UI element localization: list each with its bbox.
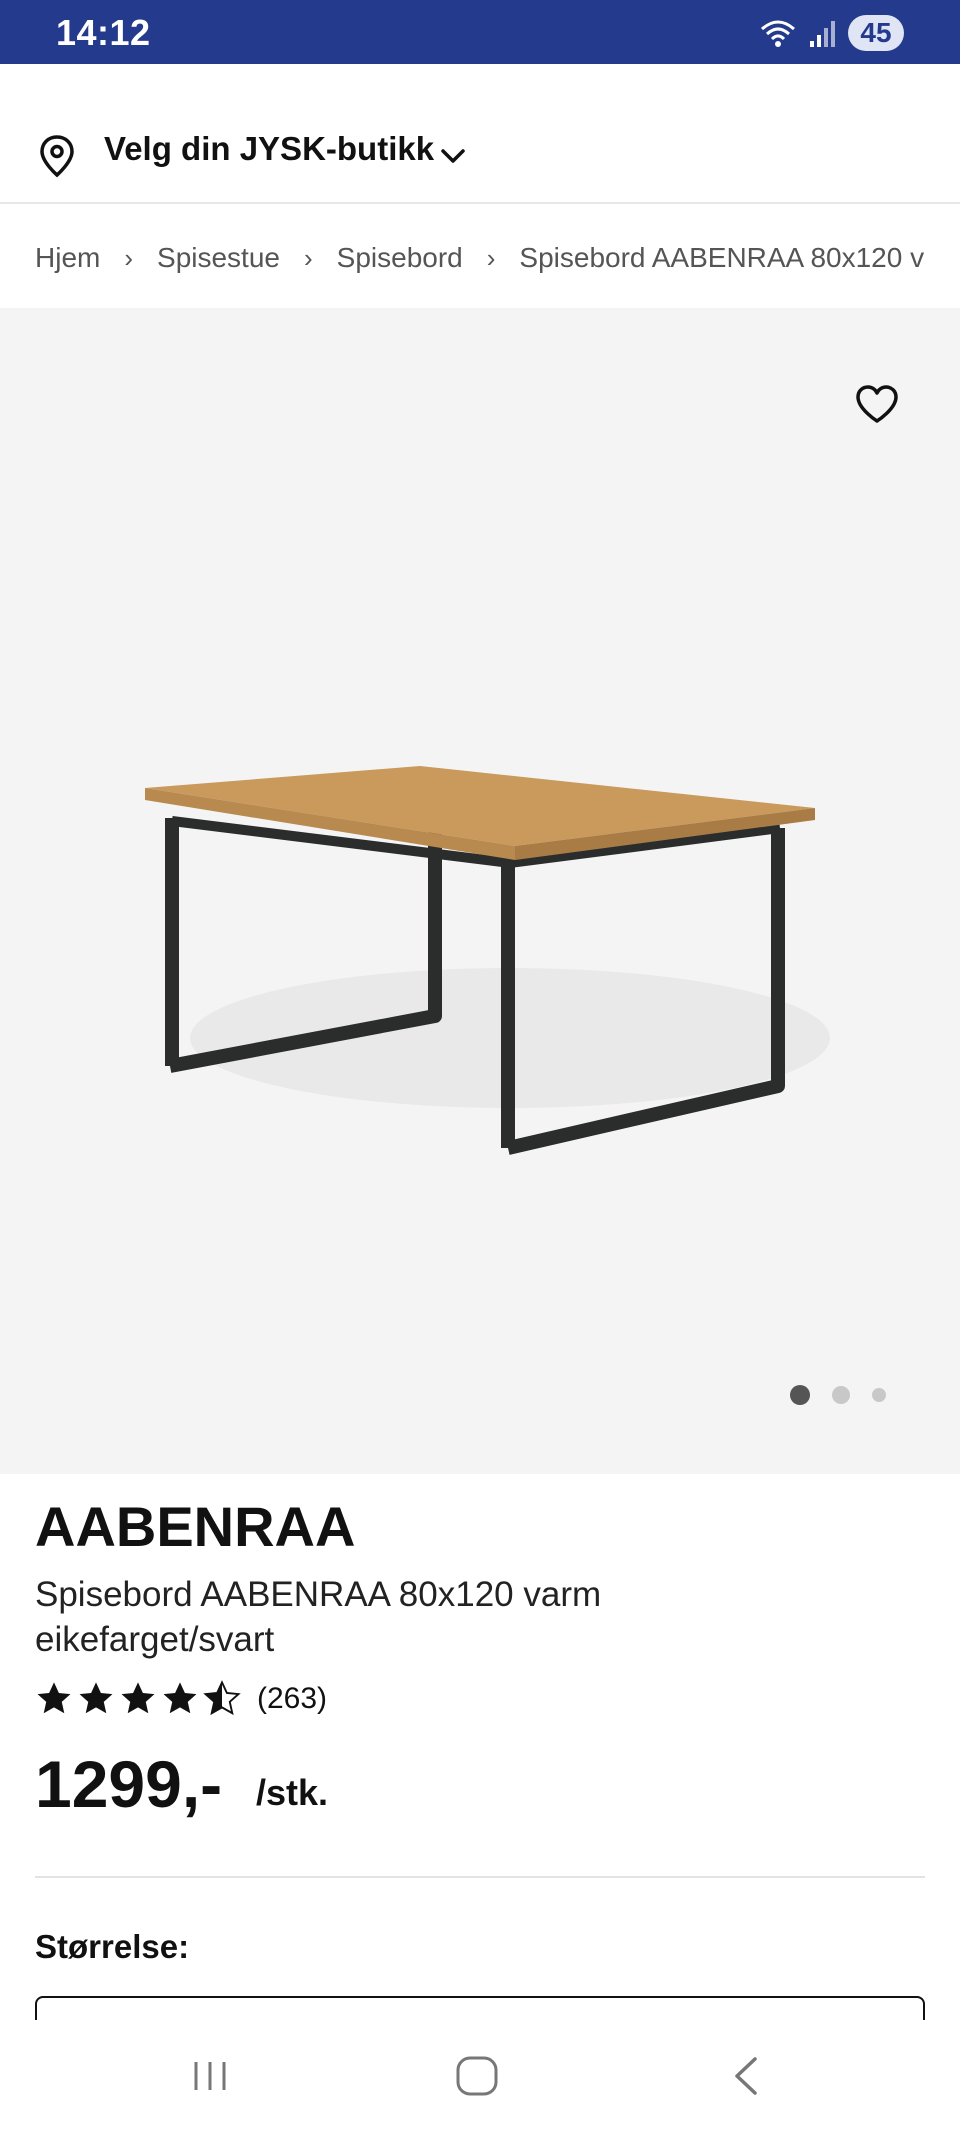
status-bar: 14:12 45 xyxy=(0,0,960,64)
system-nav-bar xyxy=(0,2020,960,2133)
store-selector[interactable]: Velg din JYSK-butikk xyxy=(0,64,960,204)
product-brand: AABENRAA xyxy=(35,1495,356,1558)
breadcrumb-item-spisestue[interactable]: Spisestue xyxy=(157,242,280,274)
gallery-pagination[interactable] xyxy=(790,1385,886,1405)
size-label: Størrelse: xyxy=(35,1928,190,1965)
breadcrumb-separator: › xyxy=(303,242,313,273)
gallery-dot[interactable] xyxy=(872,1388,886,1402)
location-pin-icon xyxy=(40,135,74,178)
wifi-icon xyxy=(761,20,795,47)
price-unit: /stk. xyxy=(256,1772,329,1813)
product-image xyxy=(145,766,830,1155)
breadcrumb-item-home[interactable]: Hjem xyxy=(35,242,100,274)
product-gallery[interactable] xyxy=(0,308,960,1474)
product-price: 1299,- xyxy=(35,1747,223,1821)
chevron-down-icon xyxy=(441,149,465,163)
star-full-icon xyxy=(163,1682,197,1714)
breadcrumb-item-current: Spisebord AABENRAA 80x120 varm eikefarge… xyxy=(519,242,925,273)
home-icon[interactable] xyxy=(454,2054,500,2098)
star-full-icon xyxy=(121,1682,155,1714)
recent-apps-icon[interactable] xyxy=(190,2056,230,2096)
star-full-icon xyxy=(37,1682,71,1714)
gallery-dot-active[interactable] xyxy=(790,1385,810,1405)
product-name: Spisebord AABENRAA 80x120 varm eikefarge… xyxy=(35,1575,602,1659)
status-icons: 45 xyxy=(758,14,904,52)
store-selector-label: Velg din JYSK-butikk xyxy=(104,130,435,167)
signal-icon xyxy=(810,21,835,47)
breadcrumb: Hjem › Spisestue › Spisebord › Spisebord… xyxy=(35,236,925,280)
breadcrumb-item-spisebord[interactable]: Spisebord xyxy=(337,242,463,274)
back-icon[interactable] xyxy=(728,2054,764,2098)
battery-icon: 45 xyxy=(848,15,904,51)
divider xyxy=(35,1876,925,1878)
status-time: 14:12 xyxy=(56,12,151,53)
gallery-dot[interactable] xyxy=(832,1386,850,1404)
star-full-icon xyxy=(79,1682,113,1714)
heart-icon[interactable] xyxy=(854,382,900,426)
review-count[interactable]: (263) xyxy=(257,1682,327,1716)
star-half-icon xyxy=(203,1680,241,1716)
product-rating[interactable]: (263) xyxy=(35,1678,327,1720)
breadcrumb-separator: › xyxy=(124,242,134,273)
breadcrumb-separator: › xyxy=(486,242,496,273)
rating-stars xyxy=(35,1680,241,1718)
